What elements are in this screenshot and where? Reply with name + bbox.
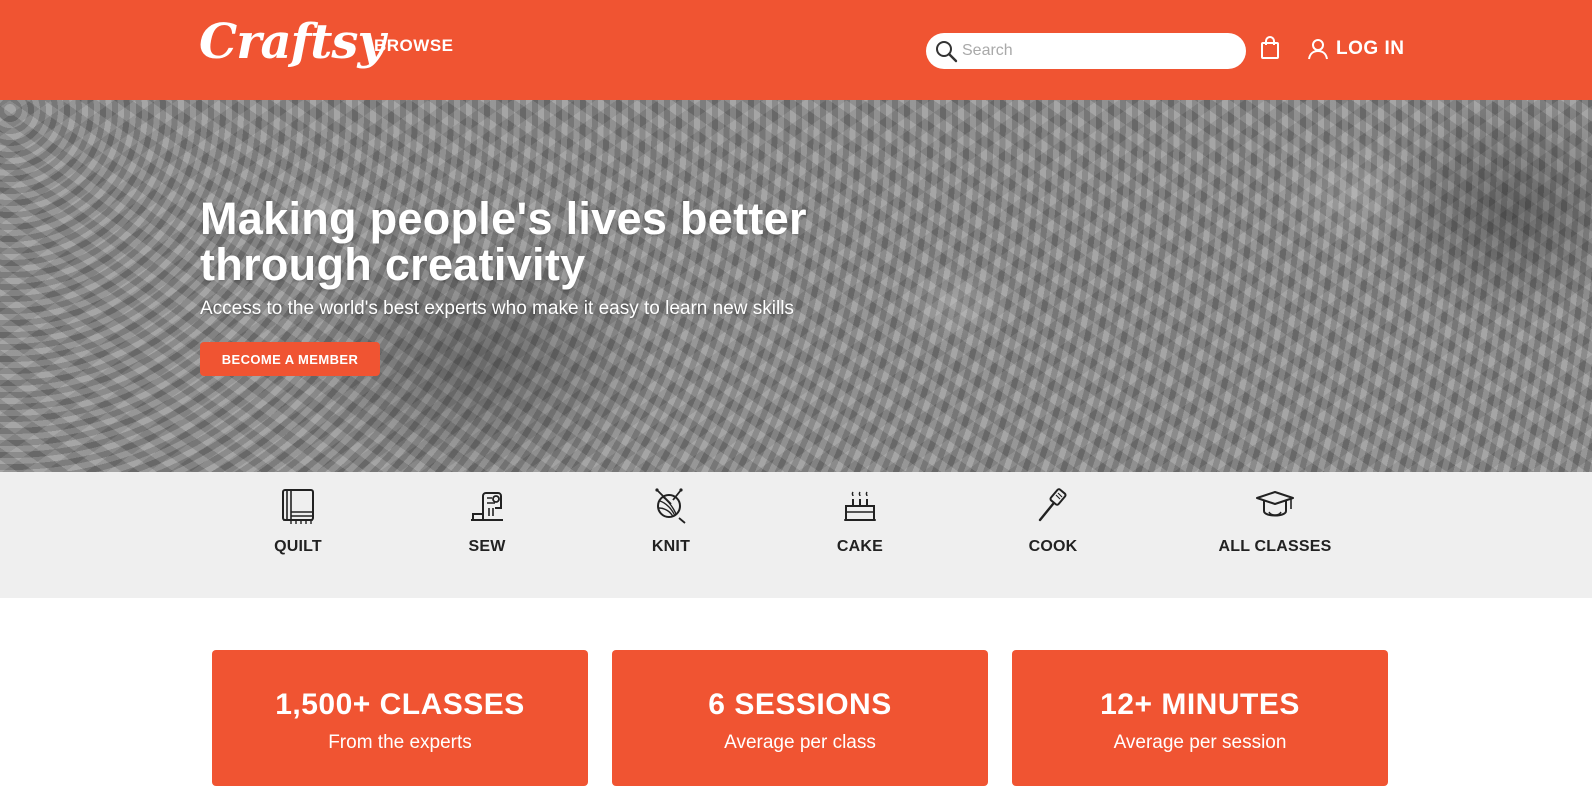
category-cook[interactable]: COOK [978,486,1128,586]
search-input[interactable] [962,37,1232,65]
category-label: KNIT [651,538,691,555]
graduation-cap-icon [1256,491,1294,517]
stat-value: 12+ MINUTES [1100,688,1300,721]
category-cake[interactable]: CAKE [785,486,935,586]
hero-banner: Making people's lives better through cre… [0,100,1592,472]
hero-subtitle: Access to the world's best experts who m… [200,298,794,319]
category-label: ALL CLASSES [1218,538,1332,555]
browse-nav-link[interactable]: BROWSE [374,36,454,56]
sewing-machine-icon [471,492,503,521]
top-header: Craftsy BROWSE LOG IN [0,0,1592,100]
shopping-bag-icon[interactable] [1260,36,1280,60]
stat-card-minutes: 12+ MINUTES Average per session [1012,650,1388,786]
quilt-icon [282,489,314,524]
category-knit[interactable]: KNIT [596,486,746,586]
search-icon[interactable] [934,39,958,63]
category-label: SEW [468,538,506,555]
user-icon [1308,39,1328,60]
login-button[interactable]: LOG IN [1306,36,1404,62]
category-bar: QUILT SEW KNIT CAKE COOK ALL CLASSES [0,472,1592,598]
cake-icon [844,491,876,521]
stat-caption: Average per class [724,732,876,753]
category-quilt[interactable]: QUILT [223,486,373,586]
stat-card-sessions: 6 SESSIONS Average per class [612,650,988,786]
become-member-button[interactable]: BECOME A MEMBER [200,342,380,376]
spatula-icon [1038,488,1067,522]
login-label: LOG IN [1336,38,1405,59]
stat-value: 1,500+ CLASSES [275,688,525,721]
stat-caption: From the experts [328,732,472,753]
stat-card-classes: 1,500+ CLASSES From the experts [212,650,588,786]
stat-caption: Average per session [1113,732,1287,753]
category-label: COOK [1028,538,1078,555]
yarn-ball-icon [655,488,686,524]
stat-value: 6 SESSIONS [708,688,892,721]
category-sew[interactable]: SEW [412,486,562,586]
craftsy-logo[interactable]: Craftsy [199,12,385,72]
hero-title: Making people's lives better through cre… [200,193,807,290]
search-box[interactable] [926,33,1246,69]
category-all-classes[interactable]: ALL CLASSES [1200,486,1350,586]
category-label: CAKE [836,538,884,555]
category-label: QUILT [274,538,322,555]
